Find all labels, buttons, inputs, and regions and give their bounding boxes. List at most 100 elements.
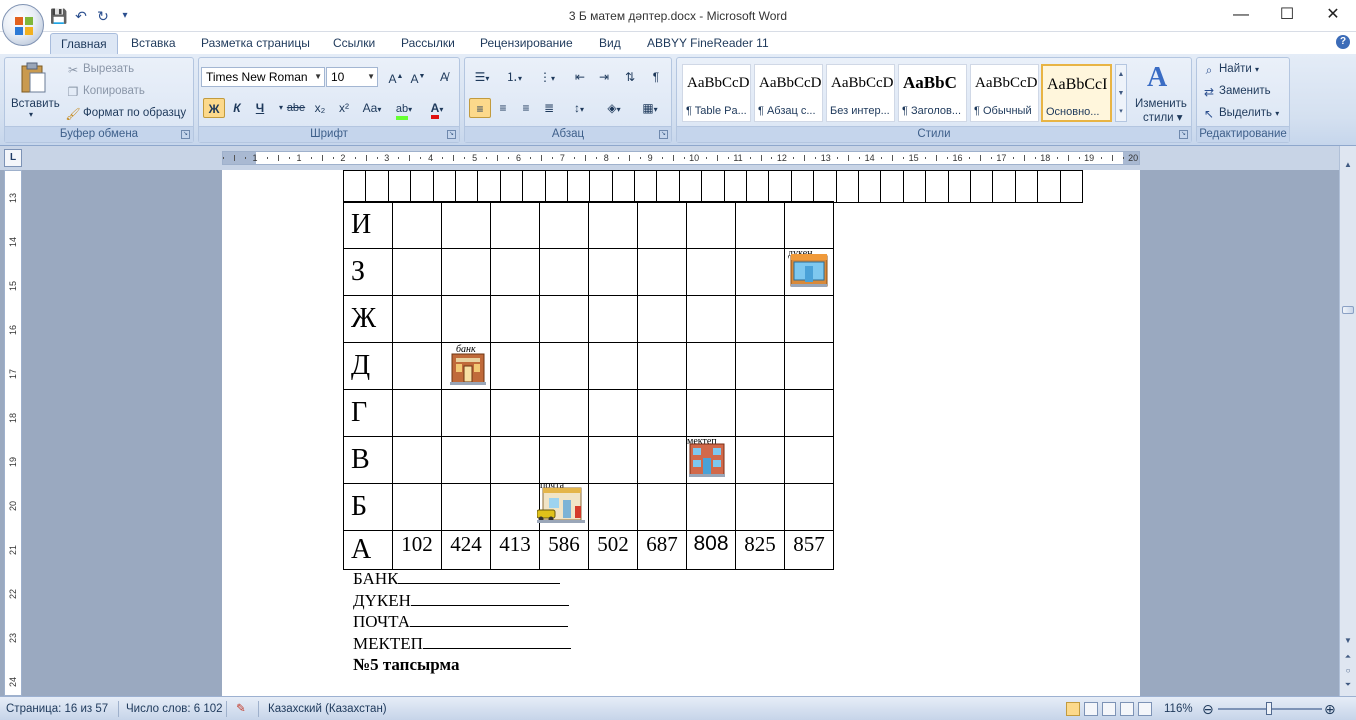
vertical-scrollbar[interactable]: ▲ ▼ ⏶ ○ ⏷ [1339, 146, 1356, 696]
chevron-down-icon[interactable]: ▼ [1116, 84, 1126, 103]
language-indicator[interactable]: Казахский (Казахстан) [268, 697, 387, 720]
format-painter-button[interactable]: Формат по образцу [83, 107, 186, 119]
answer-line-bank[interactable]: БАНК [353, 568, 571, 590]
align-right-icon[interactable]: ≡ [515, 98, 537, 118]
answer-line-pochta[interactable]: ПОЧТА [353, 611, 571, 633]
web-layout-view-icon[interactable] [1102, 702, 1116, 716]
tab-abbyy[interactable]: ABBYY FineReader 11 [637, 33, 779, 54]
save-icon[interactable]: 💾 [50, 7, 68, 25]
align-center-icon[interactable]: ≡ [492, 98, 514, 118]
style-normal[interactable]: AaBbCcDd ¶ Обычный [970, 64, 1039, 122]
superscript-button[interactable]: x² [333, 98, 355, 118]
font-color-button[interactable]: A▾ [423, 98, 451, 119]
shrink-font-button[interactable]: A▼ [407, 67, 429, 87]
grid-cell [522, 170, 546, 203]
vertical-ruler[interactable]: 13 14 15 16 17 18 19 20 21 22 23 24 [4, 170, 22, 696]
chevron-up-icon[interactable]: ▲ [1116, 65, 1126, 84]
styles-launcher-icon[interactable]: ↘ [1179, 130, 1188, 139]
scroll-thumb[interactable] [1342, 306, 1354, 314]
print-layout-view-icon[interactable] [1066, 702, 1080, 716]
clipboard-launcher-icon[interactable]: ↘ [181, 130, 190, 139]
replace-button[interactable]: Заменить [1219, 85, 1271, 97]
grid-cell [902, 170, 927, 203]
tab-selector-button[interactable]: L [4, 149, 22, 167]
zoom-in-icon[interactable]: ⊕ [1324, 697, 1336, 720]
clear-formatting-button[interactable]: A̸ [433, 67, 455, 87]
decrease-indent-icon[interactable]: ⇤ [569, 67, 591, 87]
style-heading[interactable]: AaBbC ¶ Заголов... [898, 64, 967, 122]
show-marks-icon[interactable]: ¶ [645, 67, 667, 87]
style-body-text[interactable]: AaBbCcI Основно... [1041, 64, 1112, 122]
scroll-down-icon[interactable]: ▼ [1342, 634, 1354, 648]
align-left-icon[interactable]: ≡ [469, 98, 491, 118]
maximize-button[interactable]: ☐ [1264, 0, 1310, 32]
ruler-tick [749, 157, 751, 159]
italic-button[interactable]: К [226, 98, 248, 118]
zoom-level[interactable]: 116% [1164, 697, 1193, 720]
tab-review[interactable]: Рецензирование [470, 33, 583, 54]
answer-line-mektep[interactable]: МЕКТЕП [353, 633, 571, 655]
redo-icon[interactable]: ↻ [94, 7, 112, 25]
numbering-icon[interactable]: ⒈▾ [501, 67, 527, 87]
change-styles-button[interactable]: A Изменить стили ▾ [1131, 60, 1191, 124]
undo-icon[interactable]: ↶ [72, 7, 90, 25]
tab-mailings[interactable]: Рассылки [391, 33, 465, 54]
tab-view[interactable]: Вид [589, 33, 631, 54]
font-launcher-icon[interactable]: ↘ [447, 130, 456, 139]
previous-page-icon[interactable]: ⏶ [1342, 650, 1354, 664]
styles-scroll[interactable]: ▲ ▼ ▾ [1115, 64, 1127, 122]
style-table-paragraph[interactable]: AaBbCcDd ¶ Table Pa... [682, 64, 751, 122]
sort-icon[interactable]: ⇅ [619, 67, 641, 87]
horizontal-ruler[interactable]: 1 1 2 3 4 5 6 7 8 9 10 11 12 13 14 15 16 17 18 19 20 [222, 151, 1140, 165]
office-button[interactable] [2, 4, 44, 46]
find-button[interactable]: Найти ▾ [1219, 63, 1259, 75]
outline-view-icon[interactable] [1120, 702, 1134, 716]
style-list-paragraph[interactable]: AaBbCcDd ¶ Абзац с... [754, 64, 823, 122]
answer-line-dukan[interactable]: ДҮКЕН [353, 590, 571, 612]
borders-icon[interactable]: ▦▾ [635, 98, 665, 118]
document-page[interactable]: И З Ж Д Г В Б А 102 424 413 586 502 687 808 825 857 дүке… [222, 170, 1140, 696]
subscript-button[interactable]: x₂ [309, 98, 331, 118]
minimize-button[interactable]: — [1218, 0, 1264, 32]
bold-button[interactable]: Ж [203, 98, 225, 118]
proofing-icon[interactable]: ✎ [236, 697, 246, 720]
word-count[interactable]: Число слов: 6 102 [126, 697, 223, 720]
ruler-tick [859, 157, 861, 159]
strikethrough-button[interactable]: abe [285, 98, 307, 118]
tab-home[interactable]: Главная [50, 33, 118, 54]
page-counter[interactable]: Страница: 16 из 57 [6, 697, 108, 720]
scroll-up-icon[interactable]: ▲ [1342, 158, 1354, 172]
next-page-icon[interactable]: ⏷ [1342, 678, 1354, 692]
change-case-button[interactable]: Aa▾ [359, 98, 385, 118]
tab-references[interactable]: Ссылки [323, 33, 385, 54]
multilevel-list-icon[interactable]: ⋮▾ [533, 67, 561, 87]
bullets-icon[interactable]: ☰▾ [469, 67, 495, 87]
full-screen-reading-view-icon[interactable] [1084, 702, 1098, 716]
customize-icon[interactable]: ▾ [116, 7, 134, 25]
shading-icon[interactable]: ◈▾ [599, 98, 629, 118]
zoom-slider-thumb[interactable] [1266, 702, 1272, 715]
increase-indent-icon[interactable]: ⇥ [593, 67, 615, 87]
copy-button[interactable]: Копировать [83, 85, 145, 97]
paste-button[interactable]: Вставить ▾ [7, 60, 60, 124]
font-size-combo[interactable]: 10 ▼ [326, 67, 378, 87]
underline-button[interactable]: Ч [249, 98, 271, 118]
select-button[interactable]: Выделить ▾ [1219, 107, 1279, 119]
more-styles-icon[interactable]: ▾ [1116, 103, 1126, 121]
grid-cell [342, 170, 367, 203]
tab-page-layout[interactable]: Разметка страницы [191, 33, 320, 54]
highlight-button[interactable]: ab▾ [391, 98, 417, 120]
style-no-spacing[interactable]: AaBbCcDd Без интер... [826, 64, 895, 122]
justify-icon[interactable]: ≣ [538, 98, 560, 118]
select-browse-object-icon[interactable]: ○ [1342, 664, 1354, 678]
line-spacing-icon[interactable]: ↕▾ [565, 98, 593, 118]
zoom-out-icon[interactable]: ⊖ [1202, 697, 1214, 720]
help-icon[interactable]: ? [1336, 35, 1350, 49]
close-button[interactable]: ✕ [1310, 0, 1356, 32]
draft-view-icon[interactable] [1138, 702, 1152, 716]
grow-font-button[interactable]: A▲ [385, 67, 407, 87]
tab-insert[interactable]: Вставка [121, 33, 186, 54]
cut-button[interactable]: Вырезать [83, 63, 134, 75]
font-name-combo[interactable]: Times New Roman ▼ [201, 67, 325, 87]
paragraph-launcher-icon[interactable]: ↘ [659, 130, 668, 139]
